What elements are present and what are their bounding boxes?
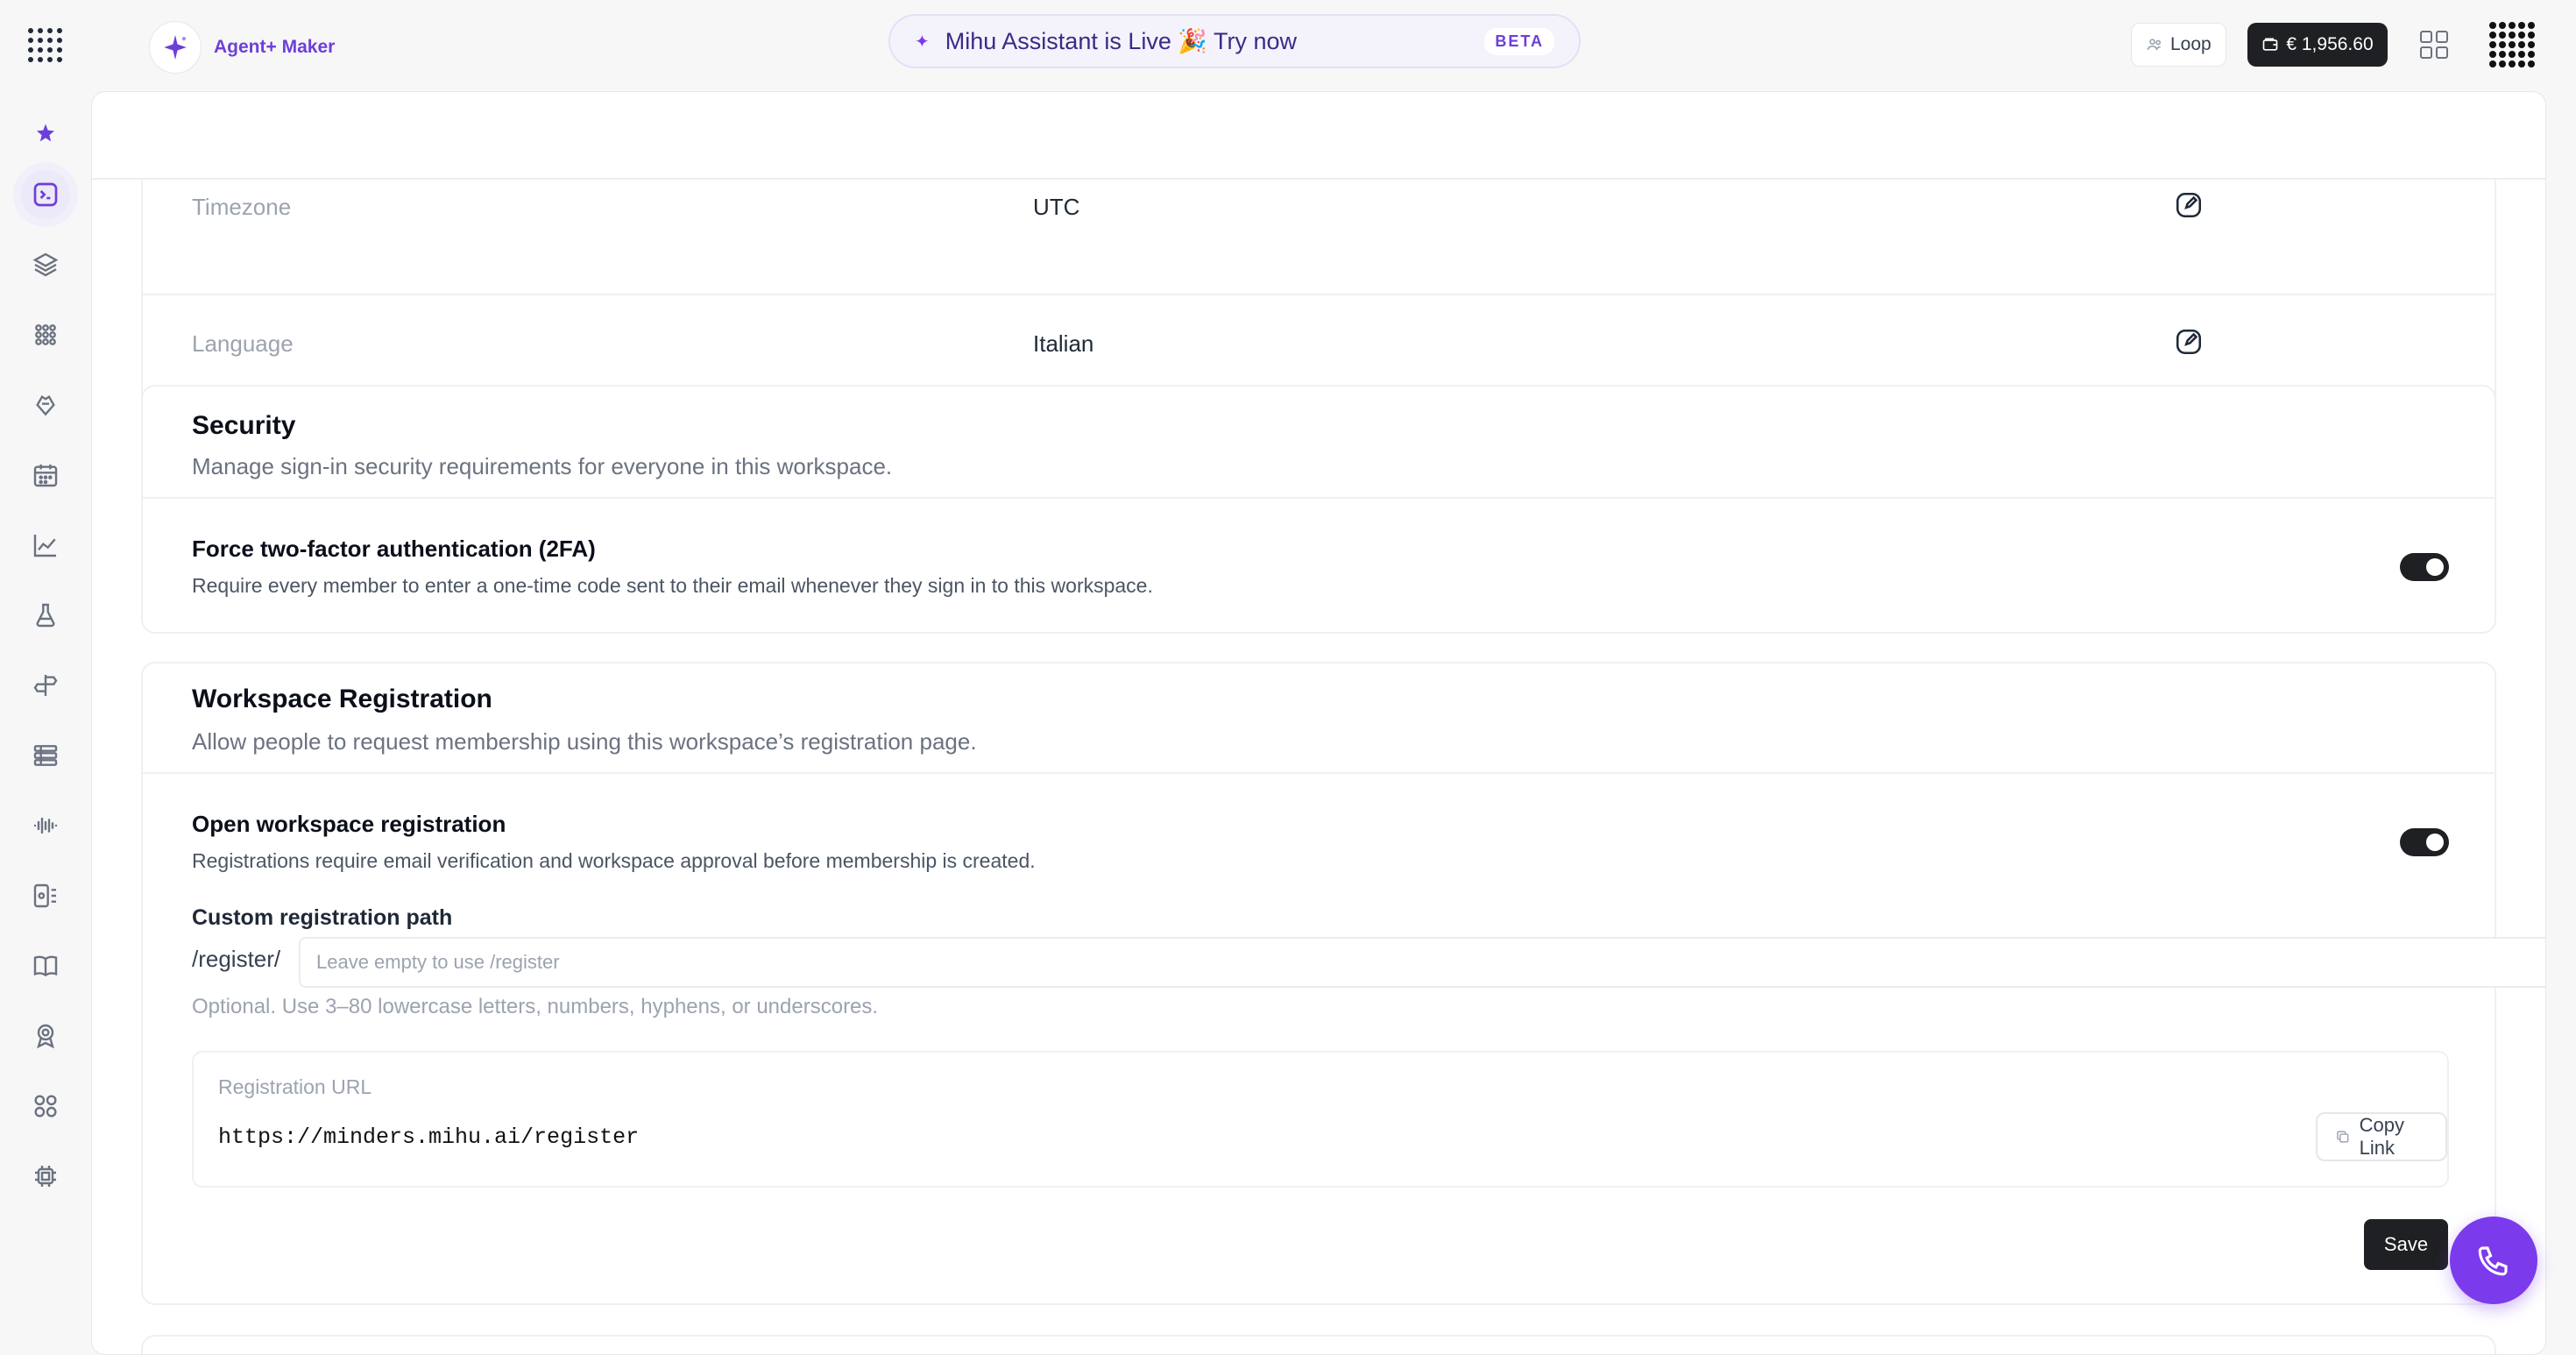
security-card: Security Manage sign-in security require… — [141, 385, 2496, 634]
brand-name: Agent+ Maker — [214, 37, 336, 57]
copy-icon — [2337, 1131, 2349, 1143]
force-2fa-toggle[interactable] — [2400, 553, 2449, 581]
workspace-registration-card: Workspace Registration Allow people to r… — [141, 662, 2545, 1305]
phone-icon — [2478, 1246, 2508, 1276]
layers-icon[interactable] — [21, 240, 70, 289]
timezone-label: Timezone — [192, 194, 292, 220]
edit-icon[interactable] — [2174, 190, 2204, 220]
wallet-balance: € 1,956.60 — [2286, 34, 2374, 54]
open-registration-description: Registrations require email verification… — [192, 849, 1036, 872]
promo-text: Mihu Assistant is Live 🎉 Try now — [945, 28, 1298, 54]
settings-panel: Timezone UTC Language Italian Security M… — [91, 91, 2546, 1355]
edit-icon[interactable] — [2174, 327, 2204, 357]
path-prefix: /register/ — [192, 946, 281, 972]
book-icon[interactable] — [21, 941, 70, 990]
custom-path-label: Custom registration path — [192, 905, 453, 930]
award-icon[interactable] — [21, 1011, 70, 1061]
registration-description: Allow people to request membership using… — [192, 728, 977, 755]
sparkle-logo-icon — [149, 21, 202, 74]
chip-icon[interactable] — [21, 1152, 70, 1201]
bot-hand-icon[interactable] — [21, 380, 70, 429]
beta-badge: BETA — [1484, 27, 1554, 55]
star-icon[interactable] — [21, 109, 70, 158]
layout-grid-icon[interactable] — [2420, 31, 2448, 59]
registration-title: Workspace Registration — [192, 685, 492, 713]
copy-link-label: Copy Link — [2359, 1114, 2404, 1159]
security-description: Manage sign-in security requirements for… — [192, 453, 893, 479]
apps-icon[interactable] — [21, 1082, 70, 1131]
registration-url-value: https://minders.mihu.ai/register — [218, 1124, 640, 1150]
custom-path-input[interactable] — [299, 937, 2545, 988]
phone-call-button[interactable] — [2450, 1217, 2537, 1304]
brand[interactable]: Agent+ Maker — [149, 21, 335, 74]
promo-banner[interactable]: ✦ Mihu Assistant is Live 🎉 Try now BETA — [888, 14, 1581, 68]
terminal-icon[interactable] — [21, 170, 70, 219]
save-button[interactable]: Save — [2364, 1219, 2448, 1270]
next-settings-card — [141, 1335, 2496, 1354]
grid-icon[interactable] — [21, 310, 70, 359]
language-value: Italian — [1033, 330, 1094, 357]
users-icon — [2147, 39, 2162, 50]
force-2fa-description: Require every member to enter a one-time… — [192, 574, 1153, 597]
section-divider — [143, 772, 2495, 774]
security-title: Security — [192, 411, 296, 440]
app-launcher-icon[interactable] — [28, 28, 63, 63]
copy-link-button[interactable]: Copy Link — [2316, 1112, 2447, 1161]
force-2fa-title: Force two-factor authentication (2FA) — [192, 536, 596, 562]
calendar-icon[interactable] — [21, 450, 70, 500]
settings-row-language: Language Italian — [143, 294, 2495, 381]
flask-icon[interactable] — [21, 591, 70, 640]
loop-button[interactable]: Loop — [2131, 23, 2226, 67]
registration-url-label: Registration URL — [218, 1075, 372, 1098]
timezone-value: UTC — [1033, 194, 1080, 220]
registration-url-box: Registration URL https://minders.mihu.ai… — [192, 1051, 2449, 1188]
list-icon[interactable] — [21, 731, 70, 780]
signpost-icon[interactable] — [21, 661, 70, 710]
device-list-icon[interactable] — [21, 871, 70, 920]
avatar[interactable] — [2487, 19, 2537, 70]
waveform-icon[interactable] — [21, 801, 70, 850]
sparkle-icon: ✦ — [915, 32, 930, 52]
language-label: Language — [192, 330, 294, 357]
open-registration-title: Open workspace registration — [192, 811, 506, 837]
wallet-icon — [2263, 38, 2278, 51]
section-divider — [143, 497, 2495, 499]
chart-icon[interactable] — [21, 521, 70, 570]
path-hint: Optional. Use 3–80 lowercase letters, nu… — [192, 995, 879, 1018]
loop-label: Loop — [2170, 34, 2212, 54]
settings-row-timezone: Timezone UTC — [143, 113, 2495, 220]
wallet-balance-button[interactable]: € 1,956.60 — [2247, 23, 2388, 67]
open-registration-toggle[interactable] — [2400, 828, 2449, 856]
